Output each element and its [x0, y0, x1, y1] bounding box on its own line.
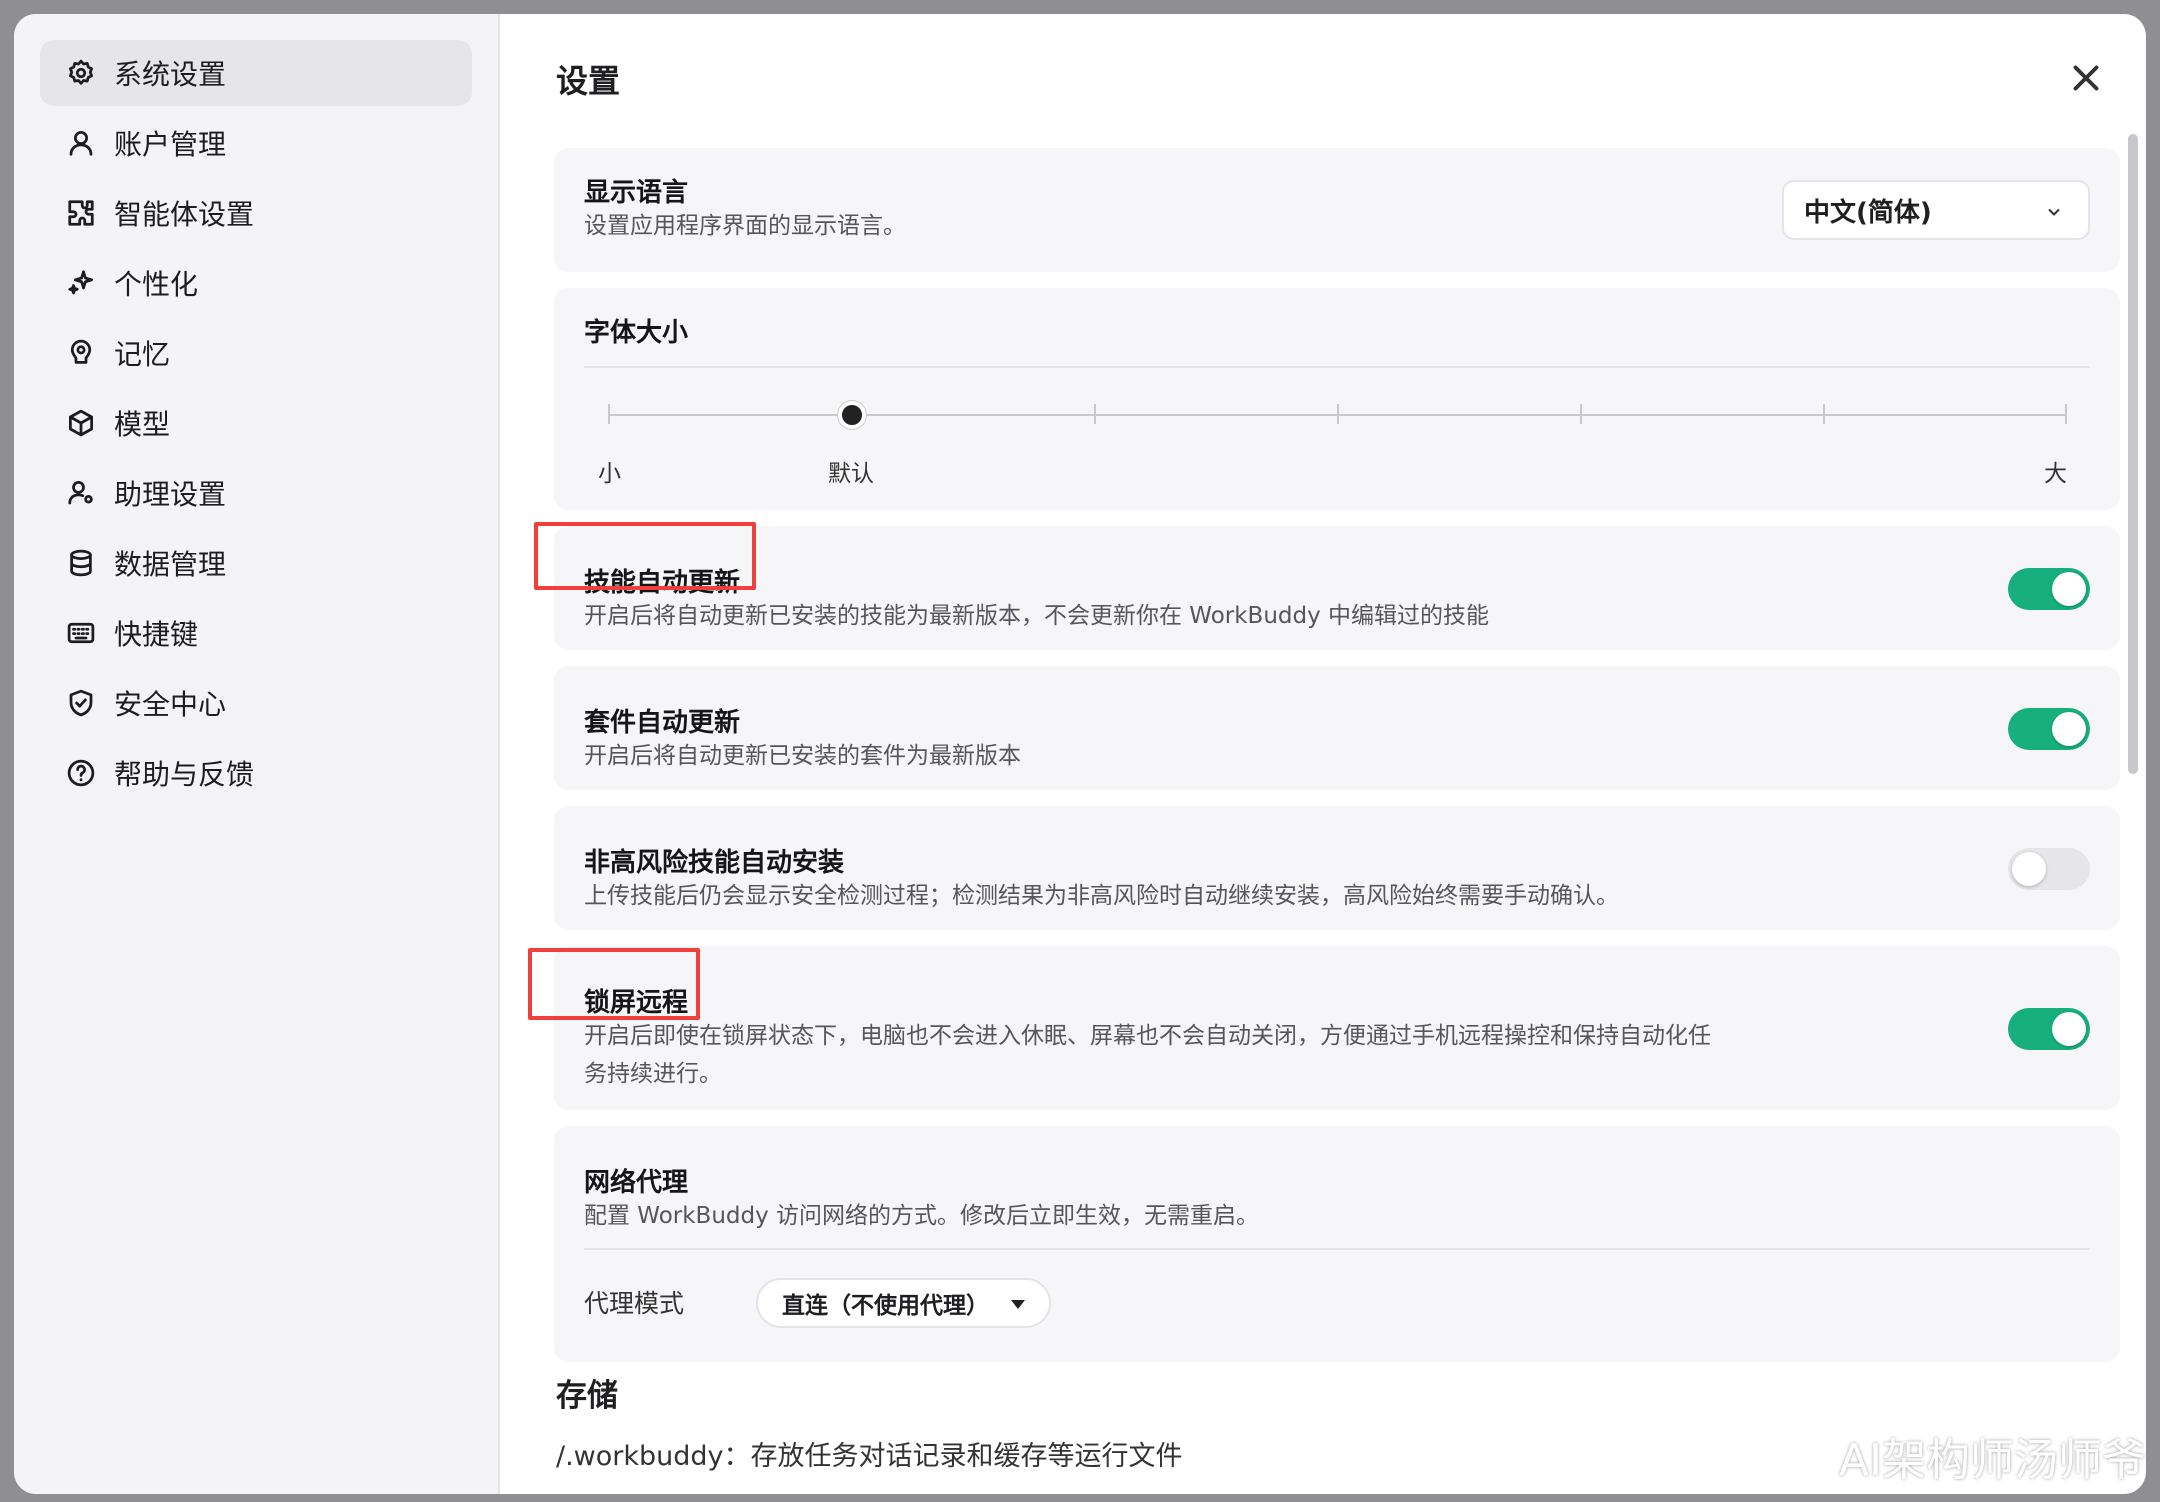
sidebar-item-shortcuts[interactable]: 快捷键 — [40, 600, 472, 666]
auto-install-toggle[interactable] — [2008, 848, 2090, 890]
user-icon — [64, 126, 98, 160]
sidebar-item-label: 助理设置 — [114, 478, 227, 511]
font-size-title: 字体大小 — [584, 318, 689, 348]
sidebar-item-label: 快捷键 — [114, 618, 199, 651]
auto-install-card: 非高风险技能自动安装 上传技能后仍会显示安全检测过程；检测结果为非高风险时自动继… — [554, 806, 2120, 930]
sidebar-item-model[interactable]: 模型 — [40, 390, 472, 456]
caret-down-icon — [1011, 1300, 1025, 1309]
settings-main: 设置 显示语言 设置应用程序界面的显示语言。 中文(简体) 字体大小 小 默认 … — [500, 14, 2146, 1494]
slider-tick — [1580, 404, 1582, 424]
proxy-desc: 配置 WorkBuddy 访问网络的方式。修改后立即生效，无需重启。 — [584, 1203, 1260, 1229]
sidebar-item-label: 智能体设置 — [114, 198, 255, 231]
cube-icon — [64, 406, 98, 440]
divider — [584, 366, 2090, 368]
language-select-value: 中文(简体) — [1804, 197, 1932, 228]
toggle-knob — [2012, 852, 2046, 886]
sparkle-icon — [64, 266, 98, 300]
sidebar-item-system-settings[interactable]: 系统设置 — [40, 40, 472, 106]
proxy-mode-select[interactable]: 直连（不使用代理） — [756, 1278, 1051, 1328]
shield-icon — [64, 686, 98, 720]
page-title: 设置 — [556, 62, 621, 100]
toggle-knob — [2052, 1012, 2086, 1046]
sidebar-item-label: 个性化 — [114, 268, 199, 301]
puzzle-icon — [64, 196, 98, 230]
sidebar-item-label: 帮助与反馈 — [114, 758, 255, 791]
slider-thumb[interactable] — [838, 401, 866, 429]
language-card: 显示语言 设置应用程序界面的显示语言。 中文(简体) — [554, 148, 2120, 272]
sidebar-item-label: 安全中心 — [114, 688, 227, 721]
sidebar-item-data[interactable]: 数据管理 — [40, 530, 472, 596]
suite-update-toggle[interactable] — [2008, 708, 2090, 750]
proxy-title: 网络代理 — [584, 1168, 689, 1198]
lock-screen-desc-line1: 开启后即使在锁屏状态下，电脑也不会进入休眠、屏幕也不会自动关闭，方便通过手机远程… — [584, 1023, 1711, 1049]
language-select[interactable]: 中文(简体) — [1782, 180, 2090, 240]
sidebar-item-assistant[interactable]: 助理设置 — [40, 460, 472, 526]
lock-screen-toggle[interactable] — [2008, 1008, 2090, 1050]
close-icon — [2073, 65, 2099, 91]
slider-tick — [608, 404, 610, 424]
language-desc: 设置应用程序界面的显示语言。 — [584, 213, 906, 239]
skill-update-title: 技能自动更新 — [584, 568, 741, 598]
sidebar-item-personalize[interactable]: 个性化 — [40, 250, 472, 316]
font-size-card: 字体大小 小 默认 大 — [554, 288, 2120, 510]
slider-tick — [2065, 404, 2067, 424]
suite-update-card: 套件自动更新 开启后将自动更新已安装的套件为最新版本 — [554, 666, 2120, 790]
sidebar: 系统设置 账户管理 智能体设置 个性化 记忆 模型 助理设置 数据管理 快捷键 … — [14, 14, 500, 1494]
close-button[interactable] — [2068, 60, 2104, 96]
user-gear-icon — [64, 476, 98, 510]
slider-tick — [1094, 404, 1096, 424]
sidebar-item-agent[interactable]: 智能体设置 — [40, 180, 472, 246]
sidebar-item-label: 模型 — [114, 408, 171, 441]
slider-label-large: 大 — [2044, 461, 2067, 487]
sidebar-item-help[interactable]: 帮助与反馈 — [40, 740, 472, 806]
sidebar-item-label: 系统设置 — [114, 58, 227, 91]
gear-icon — [64, 56, 98, 90]
scrollbar[interactable] — [2128, 134, 2138, 774]
skill-update-desc: 开启后将自动更新已安装的技能为最新版本，不会更新你在 WorkBuddy 中编辑… — [584, 603, 1490, 629]
sidebar-item-label: 数据管理 — [114, 548, 227, 581]
suite-update-desc: 开启后将自动更新已安装的套件为最新版本 — [584, 743, 1021, 769]
sidebar-item-security[interactable]: 安全中心 — [40, 670, 472, 736]
lock-screen-card: 锁屏远程 开启后即使在锁屏状态下，电脑也不会进入休眠、屏幕也不会自动关闭，方便通… — [554, 946, 2120, 1110]
database-icon — [64, 546, 98, 580]
slider-tick — [1823, 404, 1825, 424]
slider-tick — [1337, 404, 1339, 424]
watermark: AI架构师汤师爷 — [1838, 1435, 2146, 1486]
toggle-knob — [2052, 712, 2086, 746]
proxy-card: 网络代理 配置 WorkBuddy 访问网络的方式。修改后立即生效，无需重启。 … — [554, 1126, 2120, 1362]
skill-update-toggle[interactable] — [2008, 568, 2090, 610]
proxy-mode-label: 代理模式 — [584, 1289, 685, 1318]
sidebar-item-label: 账户管理 — [114, 128, 227, 161]
proxy-mode-value: 直连（不使用代理） — [782, 1293, 989, 1319]
auto-install-title: 非高风险技能自动安装 — [584, 848, 845, 878]
keyboard-icon — [64, 616, 98, 650]
storage-title: 存储 — [556, 1378, 618, 1414]
lock-screen-desc-line2: 务持续进行。 — [584, 1061, 722, 1087]
divider — [584, 1248, 2090, 1250]
storage-path: /.workbuddy：存放任务对话记录和缓存等运行文件 — [556, 1441, 1183, 1472]
sidebar-item-memory[interactable]: 记忆 — [40, 320, 472, 386]
chevron-down-icon — [2048, 208, 2060, 216]
sidebar-item-account[interactable]: 账户管理 — [40, 110, 472, 176]
suite-update-title: 套件自动更新 — [584, 708, 741, 738]
slider-label-small: 小 — [598, 461, 621, 487]
slider-label-default: 默认 — [828, 461, 874, 487]
toggle-knob — [2052, 572, 2086, 606]
sidebar-item-label: 记忆 — [114, 338, 171, 371]
settings-window: 系统设置 账户管理 智能体设置 个性化 记忆 模型 助理设置 数据管理 快捷键 … — [14, 14, 2146, 1494]
help-icon — [64, 756, 98, 790]
memory-icon — [64, 336, 98, 370]
auto-install-desc: 上传技能后仍会显示安全检测过程；检测结果为非高风险时自动继续安装，高风险始终需要… — [584, 883, 1619, 909]
lock-screen-title: 锁屏远程 — [584, 988, 689, 1018]
skill-update-card: 技能自动更新 开启后将自动更新已安装的技能为最新版本，不会更新你在 WorkBu… — [554, 526, 2120, 650]
language-title: 显示语言 — [584, 178, 689, 208]
